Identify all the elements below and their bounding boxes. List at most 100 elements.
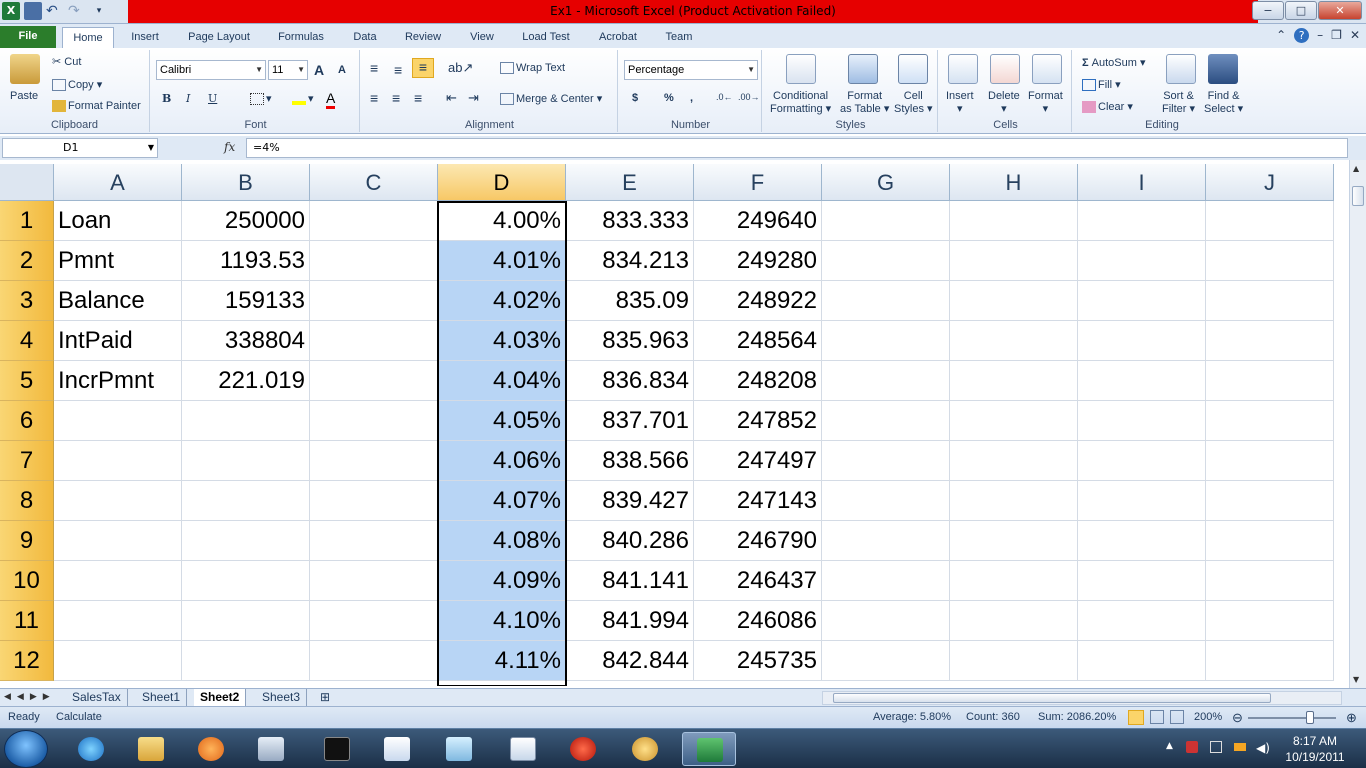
cell-d1[interactable]: 4.00%	[438, 201, 566, 241]
fill-button[interactable]: Fill ▾	[1082, 78, 1121, 92]
sheet-tab-salestax[interactable]: SalesTax	[66, 689, 128, 706]
tab-home[interactable]: Home	[62, 27, 114, 48]
scroll-up-icon[interactable]: ▲	[1353, 164, 1359, 173]
cell-b8[interactable]	[182, 481, 310, 521]
cell-d5[interactable]: 4.04%	[438, 361, 566, 401]
cell-h6[interactable]	[950, 401, 1078, 441]
tab-acrobat[interactable]: Acrobat	[588, 27, 648, 48]
cell-j9[interactable]	[1206, 521, 1334, 561]
vertical-scroll-thumb[interactable]	[1352, 186, 1364, 206]
row-header[interactable]: 12	[0, 641, 54, 681]
row-header[interactable]: 10	[0, 561, 54, 601]
select-all-corner[interactable]	[0, 164, 54, 201]
cell-i12[interactable]	[1078, 641, 1206, 681]
row-header[interactable]: 1	[0, 201, 54, 241]
worksheet-grid[interactable]: A B C D E F G H I J 1 Loan 250000 4.00% 833.…	[0, 164, 1349, 686]
column-header-e[interactable]: E	[566, 164, 694, 201]
format-as-table-button[interactable]: Format as Table ▾	[840, 90, 889, 115]
taskbar-sticky-icon[interactable]	[432, 732, 486, 766]
taskbar-media-player-icon[interactable]	[184, 732, 238, 766]
cell-g3[interactable]	[822, 281, 950, 321]
increase-indent-icon[interactable]: ⇥	[468, 90, 479, 106]
cell-d10[interactable]: 4.09%	[438, 561, 566, 601]
customize-qat-icon[interactable]: ▾	[90, 2, 108, 20]
cell-g7[interactable]	[822, 441, 950, 481]
cell-f1[interactable]: 249640	[694, 201, 822, 241]
align-center-icon[interactable]: ≡	[392, 90, 400, 106]
cell-c7[interactable]	[310, 441, 438, 481]
cell-i8[interactable]	[1078, 481, 1206, 521]
workbook-close-icon[interactable]: ✕	[1350, 28, 1360, 43]
comma-button[interactable]: ,	[690, 92, 693, 104]
cell-d11[interactable]: 4.10%	[438, 601, 566, 641]
close-button[interactable]: ✕	[1318, 1, 1362, 20]
cell-e5[interactable]: 836.834	[566, 361, 694, 401]
orientation-icon[interactable]: ab↗	[448, 60, 473, 76]
cell-j2[interactable]	[1206, 241, 1334, 281]
cell-b1[interactable]: 250000	[182, 201, 310, 241]
taskbar-clock[interactable]: 8:17 AM 10/19/2011	[1280, 733, 1350, 765]
cell-e1[interactable]: 833.333	[566, 201, 694, 241]
align-middle-icon[interactable]: ≡	[394, 62, 402, 78]
cell-i2[interactable]	[1078, 241, 1206, 281]
cell-f12[interactable]: 245735	[694, 641, 822, 681]
save-icon[interactable]	[24, 2, 42, 20]
tab-page-layout[interactable]: Page Layout	[180, 27, 258, 48]
power-icon[interactable]	[1234, 743, 1246, 751]
align-left-icon[interactable]: ≡	[370, 90, 378, 106]
cell-f11[interactable]: 246086	[694, 601, 822, 641]
cell-b11[interactable]	[182, 601, 310, 641]
cell-d2[interactable]: 4.01%	[438, 241, 566, 281]
cut-button[interactable]: ✂ Cut	[52, 55, 81, 68]
cell-a6[interactable]	[54, 401, 182, 441]
align-right-icon[interactable]: ≡	[414, 90, 422, 106]
cell-j12[interactable]	[1206, 641, 1334, 681]
cell-f3[interactable]: 248922	[694, 281, 822, 321]
cell-h10[interactable]	[950, 561, 1078, 601]
shrink-font-button[interactable]: A	[338, 64, 346, 76]
cell-h3[interactable]	[950, 281, 1078, 321]
cell-f6[interactable]: 247852	[694, 401, 822, 441]
delete-button[interactable]: Delete ▾	[988, 90, 1020, 115]
cell-h12[interactable]	[950, 641, 1078, 681]
row-header[interactable]: 7	[0, 441, 54, 481]
workbook-restore-icon[interactable]: ❐	[1331, 28, 1342, 43]
cell-g12[interactable]	[822, 641, 950, 681]
cell-a3[interactable]: Balance	[54, 281, 182, 321]
format-button[interactable]: Format ▾	[1028, 90, 1063, 115]
workbook-minimize-icon[interactable]: –	[1317, 28, 1323, 43]
tab-insert[interactable]: Insert	[122, 27, 168, 48]
cell-i11[interactable]	[1078, 601, 1206, 641]
maximize-button[interactable]: □	[1285, 1, 1317, 20]
cell-b3[interactable]: 159133	[182, 281, 310, 321]
cell-d8[interactable]: 4.07%	[438, 481, 566, 521]
paste-icon[interactable]	[10, 54, 40, 84]
cell-b9[interactable]	[182, 521, 310, 561]
cell-a11[interactable]	[54, 601, 182, 641]
horizontal-scroll-thumb[interactable]	[833, 693, 1271, 703]
zoom-slider[interactable]	[1248, 717, 1336, 719]
row-header[interactable]: 11	[0, 601, 54, 641]
volume-icon[interactable]: ◀)	[1256, 741, 1270, 755]
font-size-combo[interactable]: 11 ▼	[268, 60, 308, 80]
cell-h5[interactable]	[950, 361, 1078, 401]
insert-function-icon[interactable]: fx	[224, 140, 235, 154]
column-header-j[interactable]: J	[1206, 164, 1334, 201]
cell-e9[interactable]: 840.286	[566, 521, 694, 561]
cell-c9[interactable]	[310, 521, 438, 561]
zoom-in-icon[interactable]: ⊕	[1346, 707, 1357, 728]
increase-decimal-icon[interactable]: .0←	[716, 92, 733, 102]
cell-a12[interactable]	[54, 641, 182, 681]
cell-b4[interactable]: 338804	[182, 321, 310, 361]
cell-g5[interactable]	[822, 361, 950, 401]
paste-button[interactable]: Paste	[10, 90, 38, 102]
cell-f9[interactable]: 246790	[694, 521, 822, 561]
taskbar-excel-icon[interactable]	[682, 732, 736, 766]
cell-b5[interactable]: 221.019	[182, 361, 310, 401]
normal-view-icon[interactable]	[1128, 710, 1144, 725]
cell-e2[interactable]: 834.213	[566, 241, 694, 281]
cell-d9[interactable]: 4.08%	[438, 521, 566, 561]
name-box[interactable]: D1 ▼	[2, 138, 158, 158]
cell-e7[interactable]: 838.566	[566, 441, 694, 481]
cell-c12[interactable]	[310, 641, 438, 681]
